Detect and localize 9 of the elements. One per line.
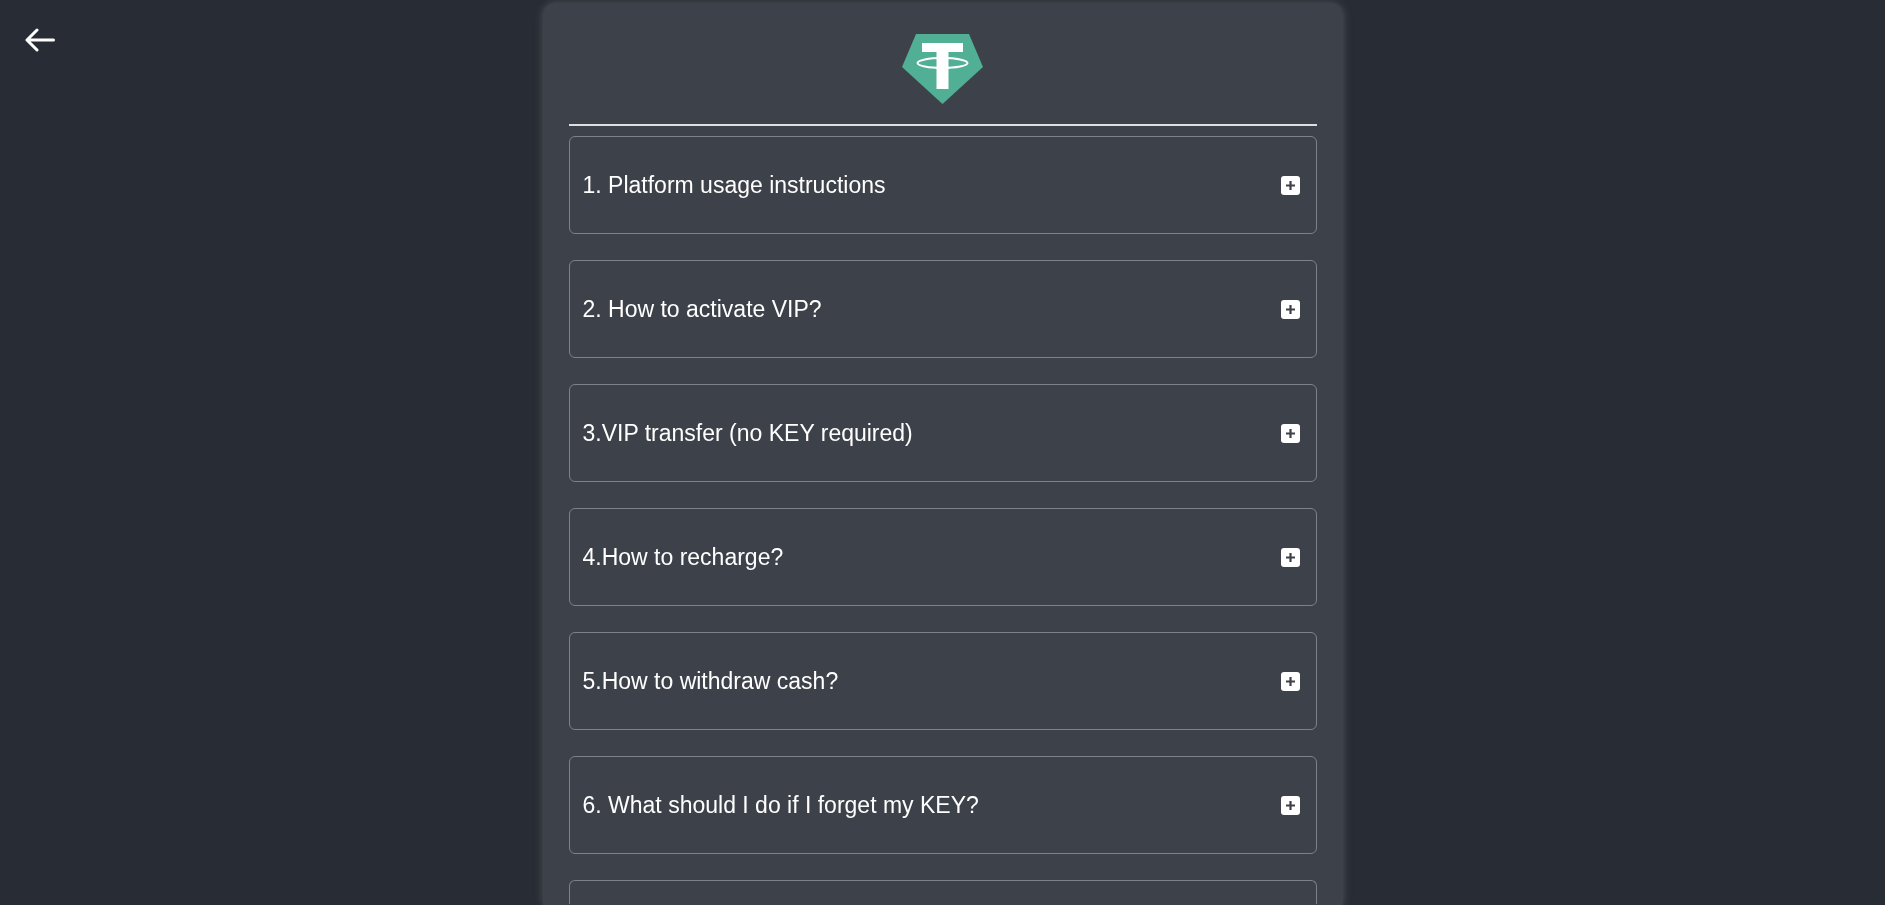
accordion-item[interactable]: 2. How to activate VIP? (568, 260, 1317, 358)
logo-icon (902, 34, 983, 104)
accordion-item[interactable]: 3.VIP transfer (no KEY required) (568, 384, 1317, 482)
accordion-item[interactable]: 1. Platform usage instructions (568, 136, 1317, 234)
accordion-item[interactable]: 6. What should I do if I forget my KEY? (568, 756, 1317, 854)
accordion-item[interactable] (568, 880, 1317, 904)
accordion-item[interactable]: 4.How to recharge? (568, 508, 1317, 606)
back-arrow-icon[interactable] (25, 28, 55, 52)
accordion-item[interactable]: 5.How to withdraw cash? (568, 632, 1317, 730)
